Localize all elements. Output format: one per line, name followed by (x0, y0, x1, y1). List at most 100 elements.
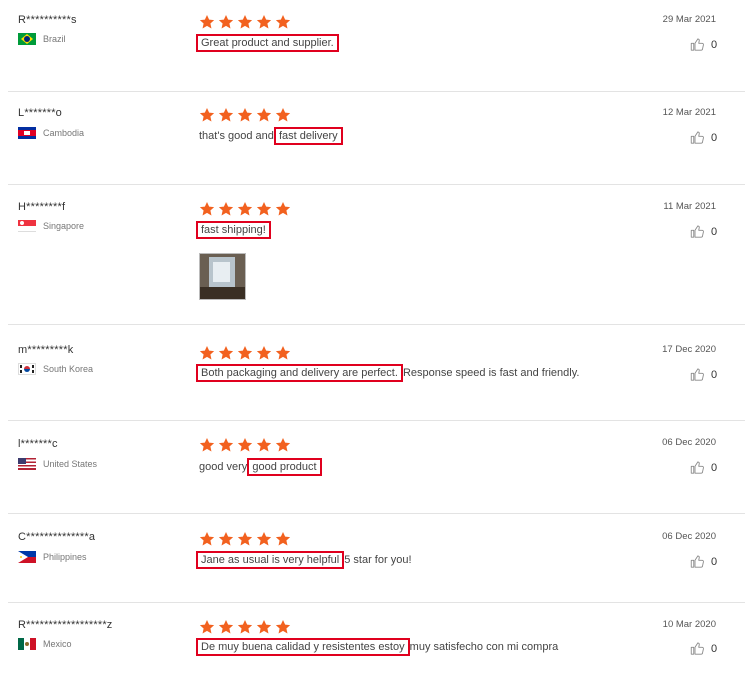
star-icon (275, 532, 291, 546)
highlighted-phrase: good product (247, 458, 322, 476)
review-date: 06 Dec 2020 (662, 531, 716, 542)
reviewer-country: Singapore (18, 220, 84, 232)
star-icon (218, 108, 234, 122)
star-icon (237, 532, 253, 546)
star-icon (275, 346, 291, 360)
review-text: fast shipping! (196, 221, 271, 239)
review-photo[interactable] (199, 253, 246, 300)
divider (8, 513, 745, 514)
review-text: Jane as usual is very helpful 5 star for… (195, 551, 412, 569)
reviewer-name: R******************z (18, 619, 113, 631)
divider (8, 420, 745, 421)
thumbs-up-icon (690, 642, 704, 655)
star-icon (199, 108, 215, 122)
reviewer-country: Brazil (18, 33, 66, 45)
united-states-flag-icon (18, 458, 36, 470)
review-text: Both packaging and delivery are perfect.… (196, 364, 580, 382)
reviewer-name: m*********k (18, 344, 74, 356)
review-date: 11 Mar 2021 (663, 201, 716, 212)
thumbs-up-icon (690, 225, 704, 238)
reviewer-country: Mexico (18, 638, 72, 650)
star-icon (237, 15, 253, 29)
star-rating (199, 201, 291, 217)
country-label: Mexico (43, 639, 72, 649)
star-rating (199, 345, 291, 361)
reviewer-name: C**************a (18, 531, 96, 543)
divider (8, 602, 745, 603)
thumbs-up-icon (690, 461, 704, 474)
star-icon (275, 108, 291, 122)
highlighted-phrase: fast delivery (273, 127, 343, 145)
thumbs-up-icon (690, 555, 704, 568)
review-date: 17 Dec 2020 (662, 344, 716, 355)
review-text-part: good very (199, 461, 251, 473)
star-icon (218, 620, 234, 634)
review-text: De muy buena calidad y resistentes estoy… (196, 638, 559, 656)
like-button[interactable]: 0 (690, 641, 717, 656)
brazil-flag-icon (18, 33, 36, 45)
reviewer-name: l*******c (18, 438, 58, 450)
country-label: Singapore (43, 221, 85, 231)
singapore-flag-icon (18, 220, 36, 232)
star-icon (199, 438, 215, 452)
country-label: Philippines (43, 552, 87, 562)
star-icon (256, 620, 272, 634)
star-icon (199, 620, 215, 634)
like-count: 0 (711, 131, 718, 144)
highlighted-phrase: Great product and supplier. (196, 34, 339, 52)
divider (8, 91, 745, 92)
star-icon (237, 202, 253, 216)
thumbs-up-icon (690, 38, 704, 51)
highlighted-phrase: De muy buena calidad y resistentes estoy (196, 638, 410, 656)
like-count: 0 (711, 38, 718, 51)
star-icon (199, 15, 215, 29)
highlighted-phrase: Jane as usual is very helpful (195, 551, 345, 569)
like-button[interactable]: 0 (690, 130, 717, 145)
star-icon (218, 346, 234, 360)
star-icon (218, 202, 234, 216)
country-label: United States (43, 459, 98, 469)
like-button[interactable]: 0 (690, 460, 717, 475)
star-icon (218, 15, 234, 29)
review-text: good very good product (199, 458, 322, 476)
reviewer-country: Cambodia (18, 127, 84, 139)
country-label: South Korea (43, 364, 94, 374)
reviewer-country: Philippines (18, 551, 87, 563)
like-button[interactable]: 0 (690, 554, 717, 569)
star-icon (256, 438, 272, 452)
country-label: Cambodia (43, 128, 85, 138)
reviewer-country: South Korea (18, 363, 93, 375)
reviewer-name: L*******o (18, 107, 63, 119)
star-icon (275, 438, 291, 452)
star-icon (237, 346, 253, 360)
like-count: 0 (711, 368, 718, 381)
reviewer-country: United States (18, 458, 97, 470)
reviewer-name: R**********s (18, 14, 77, 26)
star-icon (199, 532, 215, 546)
star-icon (199, 202, 215, 216)
like-button[interactable]: 0 (690, 367, 717, 382)
review-text-part: Response speed is fast and friendly. (399, 367, 580, 379)
like-count: 0 (711, 555, 718, 568)
star-icon (199, 346, 215, 360)
review-text-part: that's good and (199, 130, 277, 142)
like-count: 0 (711, 225, 718, 238)
star-icon (237, 108, 253, 122)
highlighted-phrase: fast shipping! (196, 221, 271, 239)
thumbs-up-icon (690, 368, 704, 381)
like-button[interactable]: 0 (690, 224, 717, 239)
review-text-part: 5 star for you! (341, 554, 412, 566)
reviewer-name: H********f (18, 201, 66, 213)
star-rating (199, 619, 291, 635)
highlighted-phrase: Both packaging and delivery are perfect. (196, 364, 403, 382)
star-icon (256, 15, 272, 29)
south-korea-flag-icon (18, 363, 36, 375)
star-rating (199, 107, 291, 123)
divider (8, 184, 745, 185)
star-rating (199, 437, 291, 453)
star-icon (275, 202, 291, 216)
star-icon (218, 532, 234, 546)
review-text-part: muy satisfecho con mi compra (406, 641, 559, 653)
like-button[interactable]: 0 (690, 37, 717, 52)
star-rating (199, 14, 291, 30)
